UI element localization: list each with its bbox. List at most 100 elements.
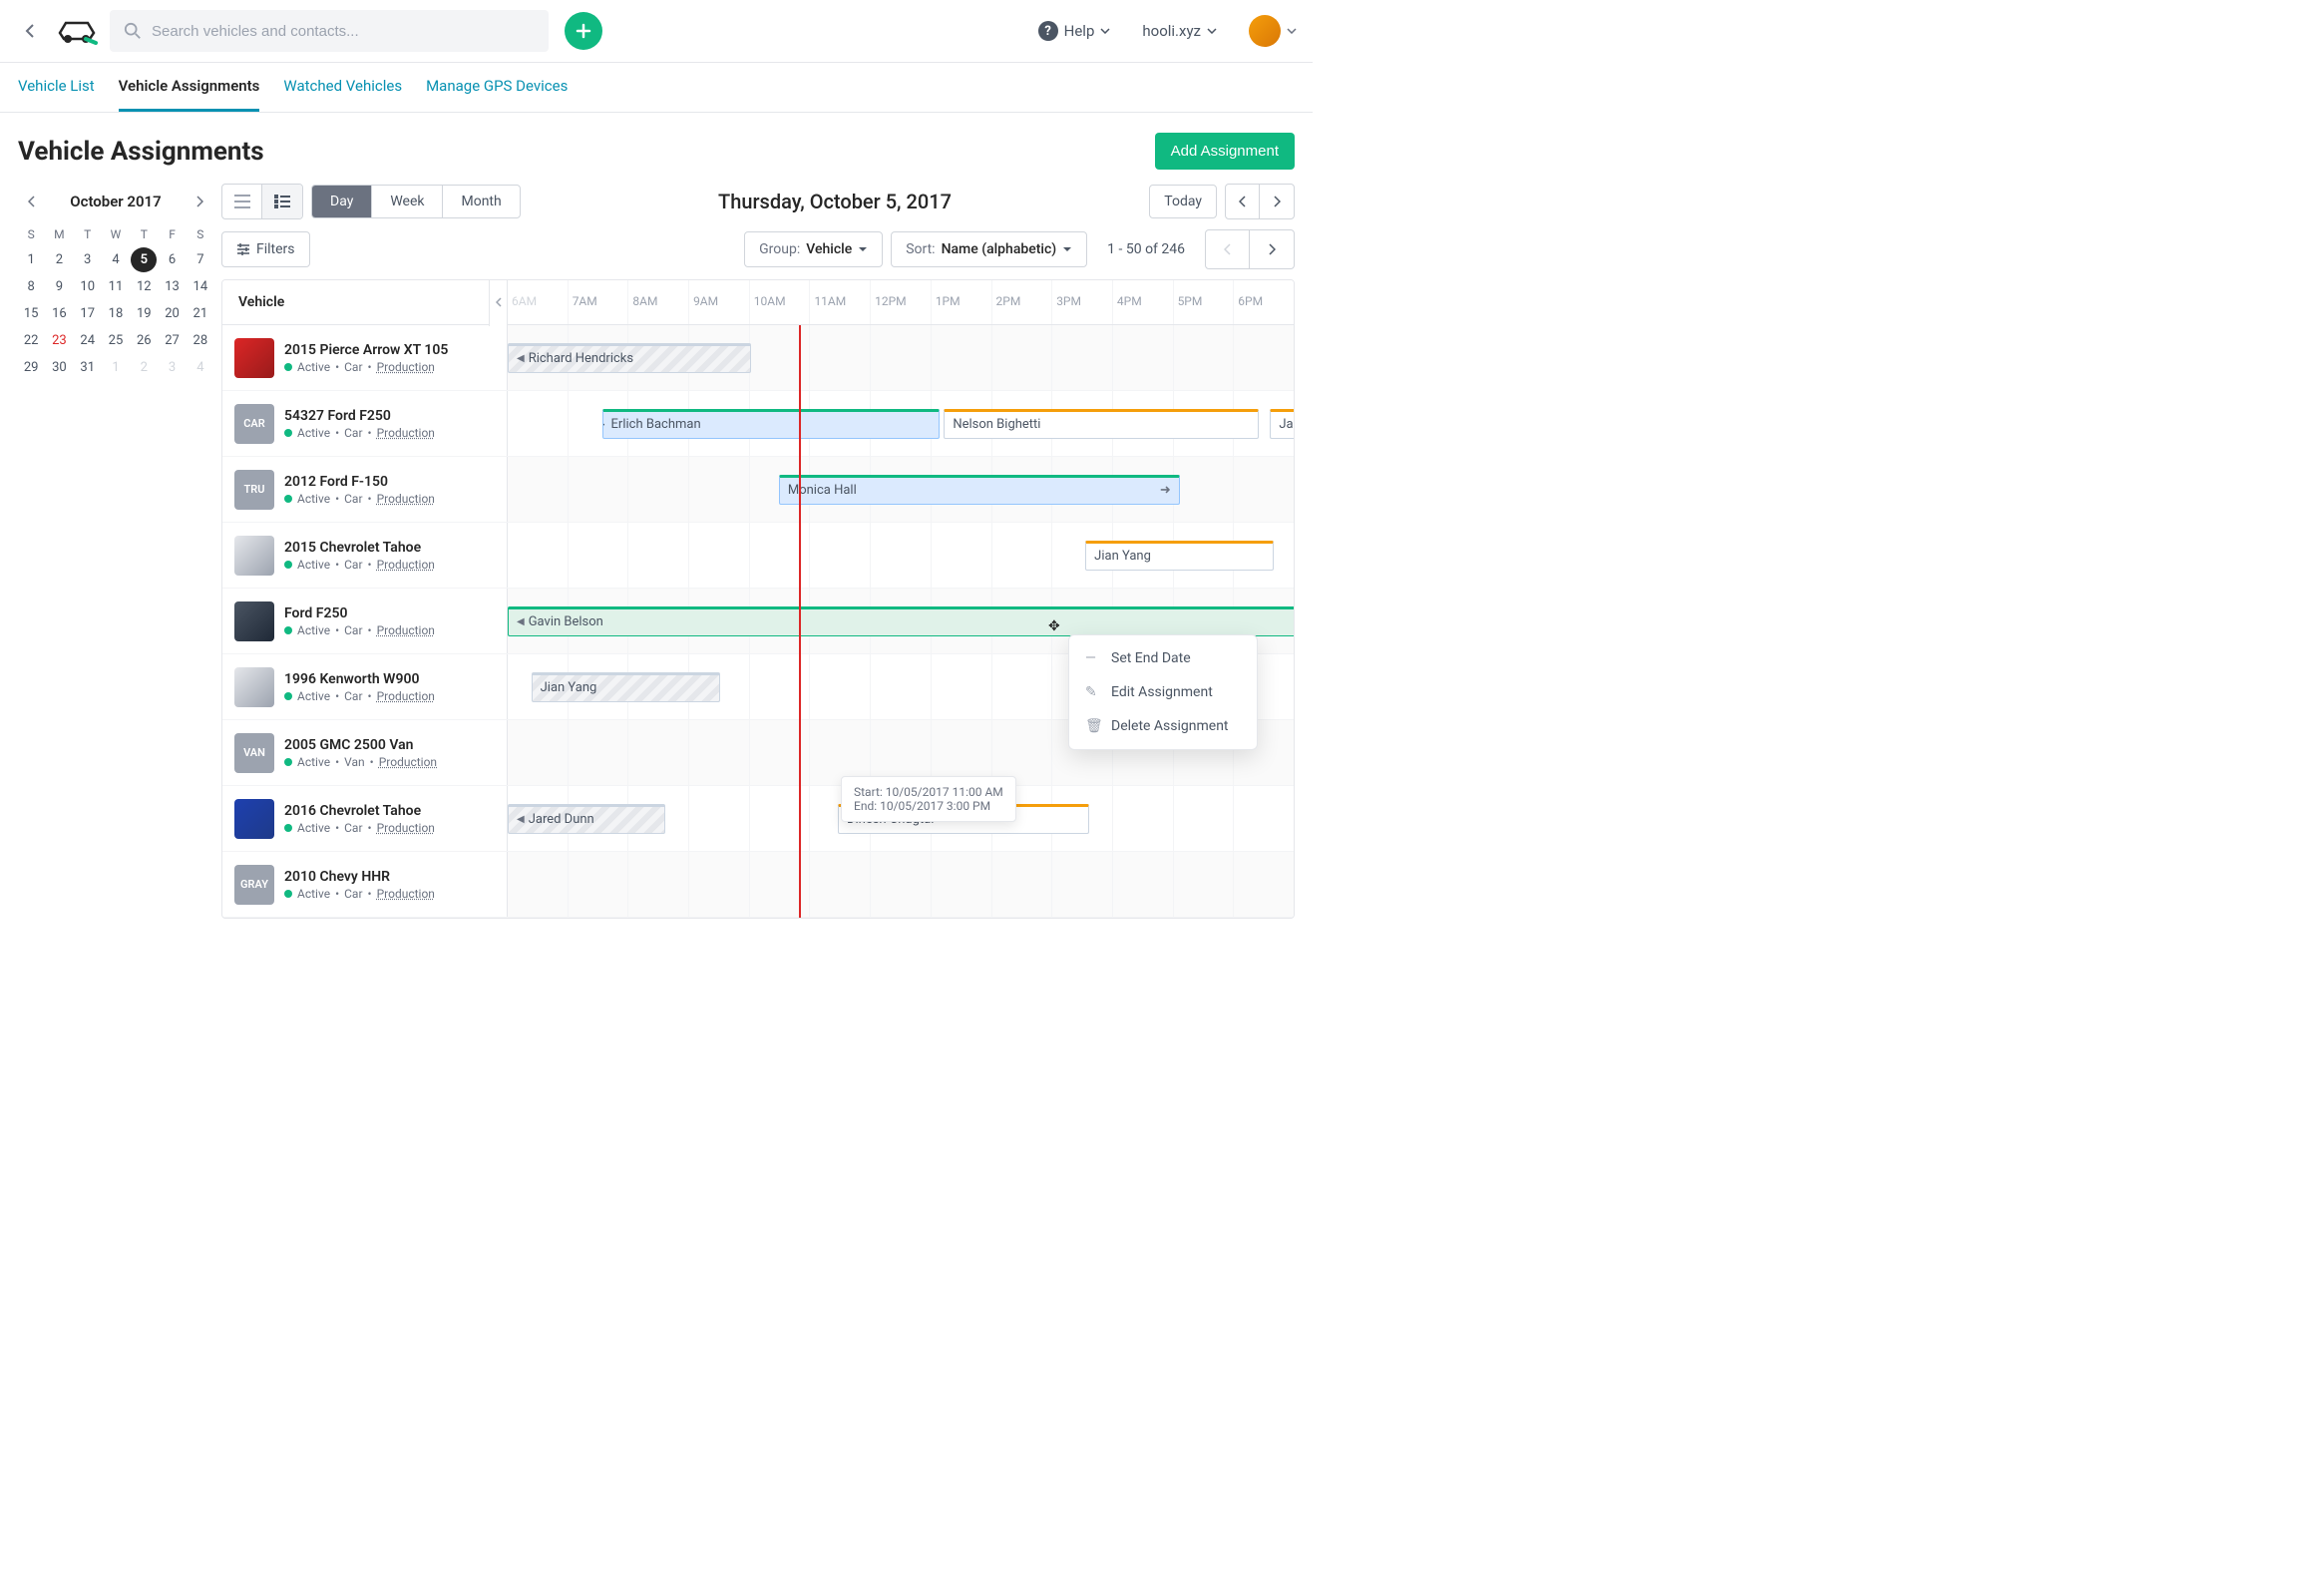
calendar-next[interactable] bbox=[188, 190, 211, 213]
timeline-cells[interactable]: ◀Richard Hendricks bbox=[508, 325, 1294, 390]
period-month[interactable]: Month bbox=[443, 186, 519, 217]
filters-button[interactable]: Filters bbox=[221, 231, 310, 267]
assignment-tooltip: Start: 10/05/2017 11:00 AM End: 10/05/20… bbox=[841, 776, 1016, 822]
calendar-day[interactable]: 9 bbox=[46, 274, 72, 299]
timeline-cells[interactable] bbox=[508, 852, 1294, 917]
calendar-day[interactable]: 6 bbox=[159, 247, 185, 272]
tab-vehicle-assignments[interactable]: Vehicle Assignments bbox=[119, 63, 260, 112]
assignment-block[interactable]: Monica Hall➜ bbox=[779, 475, 1180, 505]
calendar-day[interactable]: 14 bbox=[188, 274, 213, 299]
assignment-block[interactable]: ◀Richard Hendricks bbox=[508, 343, 751, 373]
calendar-day[interactable]: 17 bbox=[75, 301, 101, 326]
vehicle-cell[interactable]: TRU2012 Ford F-150Active • Car • Product… bbox=[222, 457, 508, 522]
date-prev[interactable] bbox=[1226, 185, 1260, 218]
vehicle-meta: Active • Car • Production bbox=[284, 821, 435, 835]
add-assignment-button[interactable]: Add Assignment bbox=[1155, 133, 1295, 170]
timeline-cells[interactable]: ✥Erlich BachmanNelson Bighetti Jare bbox=[508, 391, 1294, 456]
assignment-block[interactable]: Jian Yang bbox=[532, 672, 720, 702]
assignment-block[interactable]: Jare bbox=[1270, 409, 1294, 439]
vehicle-cell[interactable]: 2015 Pierce Arrow XT 105Active • Car • P… bbox=[222, 325, 508, 390]
search-input[interactable] bbox=[152, 23, 535, 40]
calendar-day[interactable]: 30 bbox=[46, 355, 72, 380]
today-button[interactable]: Today bbox=[1149, 185, 1217, 218]
context-edit-assignment[interactable]: ✎ Edit Assignment bbox=[1069, 675, 1257, 709]
tab-manage-gps[interactable]: Manage GPS Devices bbox=[426, 63, 568, 112]
calendar-day[interactable]: 10 bbox=[75, 274, 101, 299]
calendar-day[interactable]: 16 bbox=[46, 301, 72, 326]
tab-watched-vehicles[interactable]: Watched Vehicles bbox=[283, 63, 402, 112]
calendar-day[interactable]: 22 bbox=[18, 328, 44, 353]
calendar-day[interactable]: 28 bbox=[188, 328, 213, 353]
sort-selector[interactable]: Sort: Name (alphabetic) bbox=[891, 231, 1087, 267]
tab-vehicle-list[interactable]: Vehicle List bbox=[18, 63, 95, 112]
calendar-day[interactable]: 8 bbox=[18, 274, 44, 299]
help-button[interactable]: ? Help bbox=[1028, 21, 1121, 41]
vehicle-cell[interactable]: CAR54327 Ford F250Active • Car • Product… bbox=[222, 391, 508, 456]
avatar bbox=[1249, 15, 1281, 47]
group-selector[interactable]: Group: Vehicle bbox=[744, 231, 883, 267]
calendar-day[interactable]: 7 bbox=[188, 247, 213, 272]
calendar-day[interactable]: 3 bbox=[159, 355, 185, 380]
calendar-day[interactable]: 2 bbox=[131, 355, 157, 380]
vehicle-cell[interactable]: Ford F250Active • Car • Production bbox=[222, 589, 508, 653]
timeline-row: 2016 Chevrolet TahoeActive • Car • Produ… bbox=[222, 786, 1294, 852]
calendar-dow: F bbox=[159, 223, 185, 245]
calendar-day[interactable]: 1 bbox=[18, 247, 44, 272]
calendar-day[interactable]: 26 bbox=[131, 328, 157, 353]
timeline-cells[interactable]: Jian Yang bbox=[508, 523, 1294, 588]
calendar-day[interactable]: 18 bbox=[103, 301, 129, 326]
calendar-day[interactable]: 4 bbox=[103, 247, 129, 272]
calendar-day[interactable]: 2 bbox=[46, 247, 72, 272]
calendar-day[interactable]: 4 bbox=[188, 355, 213, 380]
back-button[interactable] bbox=[16, 17, 44, 45]
assignment-block[interactable]: ◀Jared Dunn bbox=[508, 804, 665, 834]
context-set-end-date[interactable]: — Set End Date bbox=[1069, 641, 1257, 675]
app-logo[interactable] bbox=[56, 15, 98, 47]
org-selector[interactable]: hooli.xyz bbox=[1132, 22, 1227, 40]
calendar-day[interactable]: 13 bbox=[159, 274, 185, 299]
page-prev[interactable] bbox=[1206, 230, 1250, 268]
assignment-block[interactable]: ✥Erlich Bachman bbox=[602, 409, 941, 439]
calendar-day[interactable]: 3 bbox=[75, 247, 101, 272]
page-next[interactable] bbox=[1250, 230, 1294, 268]
calendar-day[interactable]: 1 bbox=[103, 355, 129, 380]
search-box[interactable] bbox=[110, 10, 549, 52]
calendar-day[interactable]: 24 bbox=[75, 328, 101, 353]
calendar-day[interactable]: 20 bbox=[159, 301, 185, 326]
calendar-day[interactable]: 12 bbox=[131, 274, 157, 299]
calendar-day[interactable]: 23 bbox=[46, 328, 72, 353]
calendar-day[interactable]: 19 bbox=[131, 301, 157, 326]
collapse-sidebar-button[interactable] bbox=[489, 279, 507, 326]
period-week[interactable]: Week bbox=[372, 186, 443, 217]
vehicle-cell[interactable]: 1996 Kenworth W900Active • Car • Product… bbox=[222, 654, 508, 719]
calendar-day[interactable]: 29 bbox=[18, 355, 44, 380]
calendar-day[interactable]: 31 bbox=[75, 355, 101, 380]
timeline-cells[interactable]: Monica Hall➜ bbox=[508, 457, 1294, 522]
timeline-row: GRAY2010 Chevy HHRActive • Car • Product… bbox=[222, 852, 1294, 918]
view-timeline-button[interactable] bbox=[262, 185, 302, 218]
assignment-person: Jian Yang bbox=[541, 680, 597, 695]
period-day[interactable]: Day bbox=[312, 186, 372, 217]
vehicle-cell[interactable]: VAN2005 GMC 2500 VanActive • Van • Produ… bbox=[222, 720, 508, 785]
calendar-day[interactable]: 21 bbox=[188, 301, 213, 326]
calendar-day[interactable]: 11 bbox=[103, 274, 129, 299]
add-button[interactable] bbox=[565, 12, 602, 50]
vehicle-cell[interactable]: GRAY2010 Chevy HHRActive • Car • Product… bbox=[222, 852, 508, 917]
assignment-block[interactable]: Nelson Bighetti bbox=[944, 409, 1258, 439]
vehicle-cell[interactable]: 2016 Chevrolet TahoeActive • Car • Produ… bbox=[222, 786, 508, 851]
assignment-block[interactable]: ◀Gavin Belson bbox=[508, 606, 1294, 636]
vehicle-cell[interactable]: 2015 Chevrolet TahoeActive • Car • Produ… bbox=[222, 523, 508, 588]
assignment-block[interactable]: Jian Yang bbox=[1085, 541, 1274, 571]
context-delete-assignment[interactable]: 🗑 Delete Assignment bbox=[1069, 709, 1257, 743]
calendar-day[interactable]: 25 bbox=[103, 328, 129, 353]
date-next[interactable] bbox=[1260, 185, 1294, 218]
calendar-day[interactable]: 15 bbox=[18, 301, 44, 326]
calendar-prev[interactable] bbox=[20, 190, 44, 213]
user-menu[interactable] bbox=[1239, 15, 1297, 47]
list-icon bbox=[234, 195, 250, 208]
hour-label: 12PM bbox=[870, 280, 931, 324]
calendar-day[interactable]: 27 bbox=[159, 328, 185, 353]
calendar-day[interactable]: 5 bbox=[131, 247, 157, 272]
view-list-button[interactable] bbox=[222, 185, 262, 218]
arrow-right-icon: ➜ bbox=[1160, 483, 1171, 498]
